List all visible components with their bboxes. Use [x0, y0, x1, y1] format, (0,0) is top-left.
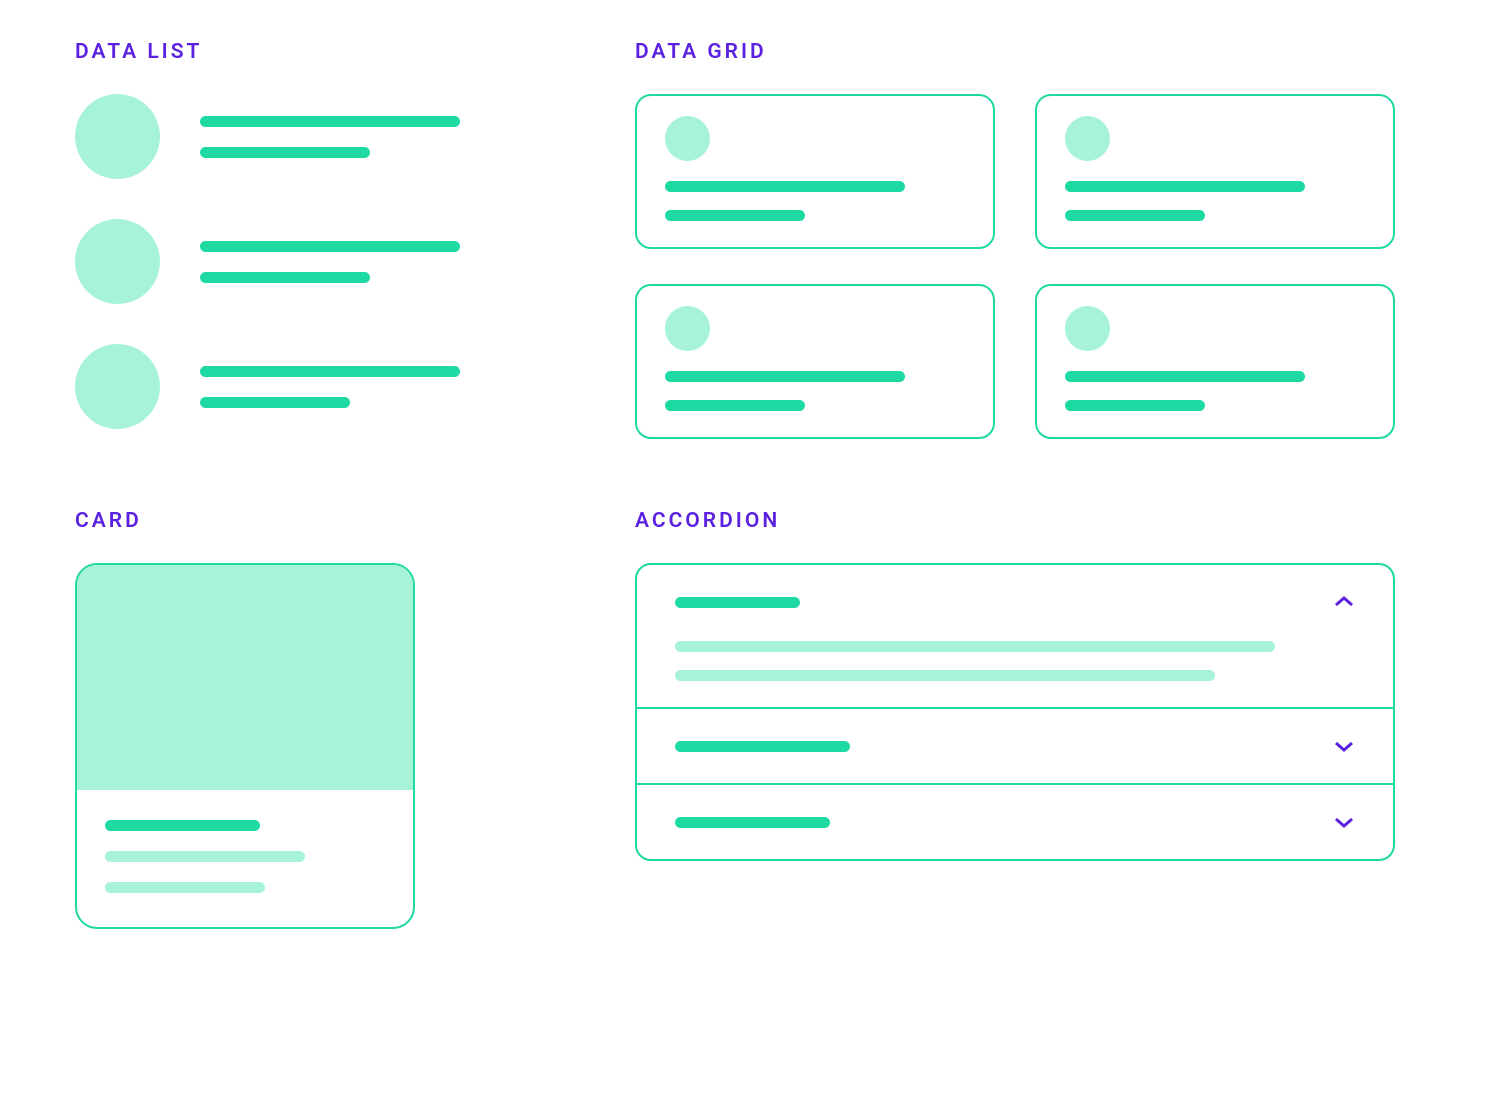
placeholder-line [200, 241, 460, 252]
placeholder-line [675, 597, 800, 608]
placeholder-line [665, 400, 805, 411]
placeholder-line [1065, 371, 1305, 382]
avatar-icon [75, 344, 160, 429]
placeholder-line [665, 181, 905, 192]
placeholder-line [1065, 181, 1305, 192]
placeholder-line [200, 366, 460, 377]
card-title: CARD [75, 509, 535, 533]
data-grid [635, 94, 1395, 439]
chevron-down-icon [1333, 811, 1355, 833]
placeholder-line [675, 670, 1215, 681]
card[interactable] [75, 563, 415, 929]
placeholder-line [665, 210, 805, 221]
placeholder-line [675, 741, 850, 752]
placeholder-line [200, 147, 370, 158]
avatar-icon [1065, 116, 1110, 161]
placeholder-line [200, 397, 350, 408]
accordion [635, 563, 1395, 861]
data-grid-section: DATA GRID [635, 40, 1395, 439]
grid-card-lines [665, 181, 965, 221]
grid-card[interactable] [1035, 284, 1395, 439]
grid-card-lines [1065, 181, 1365, 221]
chevron-up-icon [1333, 591, 1355, 613]
grid-card[interactable] [635, 94, 995, 249]
list-item-lines [200, 116, 460, 158]
list-item-lines [200, 366, 460, 408]
placeholder-line [105, 820, 260, 831]
accordion-body [675, 641, 1355, 681]
data-list-section: DATA LIST [75, 40, 535, 439]
placeholder-line [675, 817, 830, 828]
grid-card[interactable] [635, 284, 995, 439]
placeholder-line [200, 272, 370, 283]
list-item[interactable] [75, 344, 535, 429]
accordion-header[interactable] [675, 735, 1355, 757]
placeholder-line [200, 116, 460, 127]
data-list [75, 94, 535, 429]
data-grid-title: DATA GRID [635, 40, 1395, 64]
avatar-icon [1065, 306, 1110, 351]
accordion-item [637, 565, 1393, 707]
avatar-icon [75, 219, 160, 304]
grid-card-lines [665, 371, 965, 411]
card-image-placeholder [77, 565, 413, 790]
data-list-title: DATA LIST [75, 40, 535, 64]
placeholder-line [105, 851, 305, 862]
accordion-header[interactable] [675, 811, 1355, 833]
placeholder-line [1065, 210, 1205, 221]
accordion-header[interactable] [675, 591, 1355, 613]
grid-card[interactable] [1035, 94, 1395, 249]
chevron-down-icon [1333, 735, 1355, 757]
placeholder-line [105, 882, 265, 893]
placeholder-line [665, 371, 905, 382]
accordion-item [637, 783, 1393, 859]
card-body [77, 790, 413, 927]
avatar-icon [75, 94, 160, 179]
accordion-section: ACCORDION [635, 509, 1395, 929]
accordion-item [637, 707, 1393, 783]
list-item[interactable] [75, 219, 535, 304]
accordion-title: ACCORDION [635, 509, 1395, 533]
placeholder-line [675, 641, 1275, 652]
avatar-icon [665, 116, 710, 161]
placeholder-line [1065, 400, 1205, 411]
grid-card-lines [1065, 371, 1365, 411]
list-item-lines [200, 241, 460, 283]
card-section: CARD [75, 509, 535, 929]
list-item[interactable] [75, 94, 535, 179]
avatar-icon [665, 306, 710, 351]
